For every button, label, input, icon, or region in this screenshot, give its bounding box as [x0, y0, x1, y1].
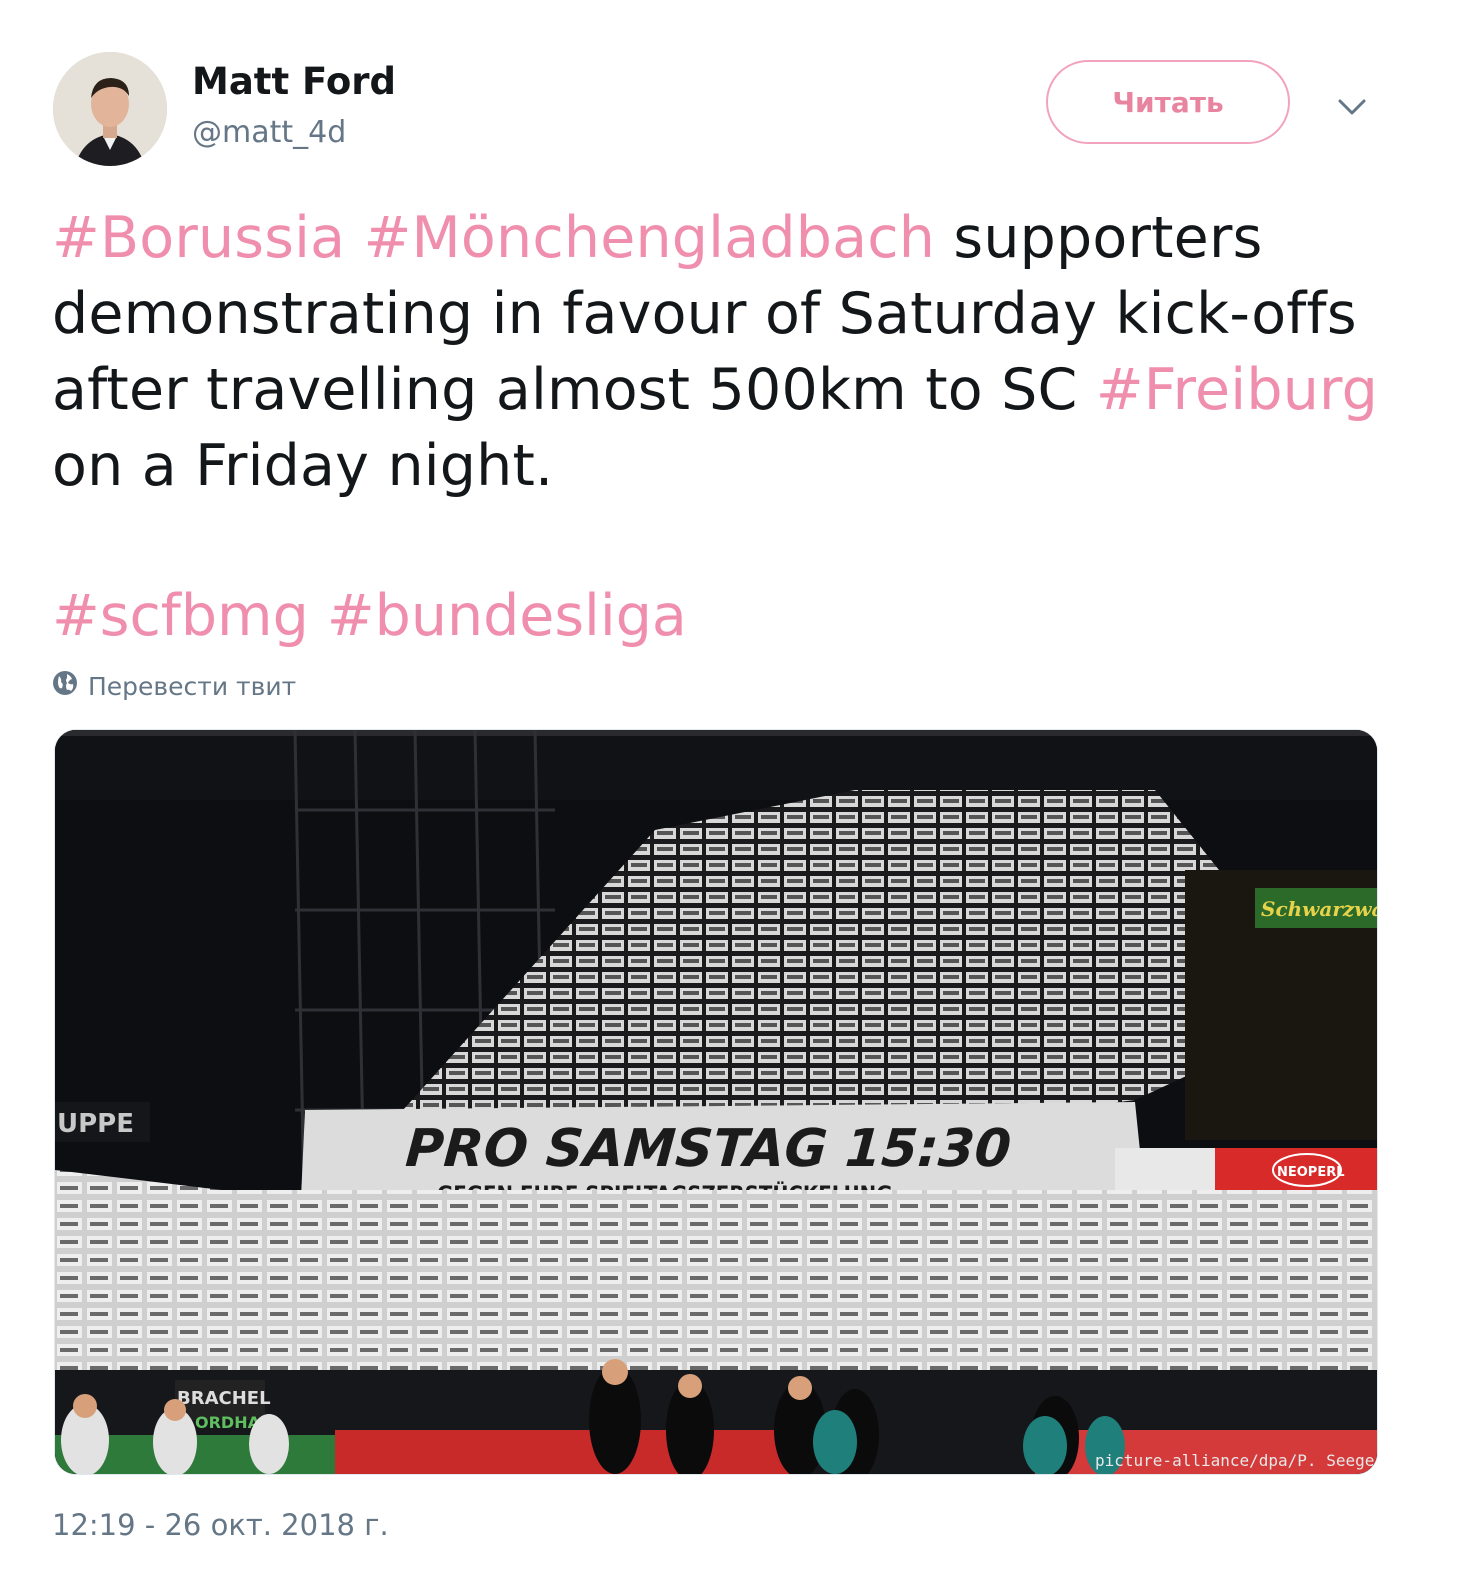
- tweet-timestamp[interactable]: 12:19 - 26 окт. 2018 г.: [52, 1508, 389, 1542]
- tweet-photo[interactable]: Schwarzwald PRO SAMSTAG 15:30 GEGEN EURE…: [54, 729, 1378, 1475]
- globe-icon: [52, 670, 78, 702]
- tweet-line-3: after travelling almost 500km to SC #Fre…: [52, 352, 1412, 428]
- chevron-down-icon[interactable]: [1334, 90, 1370, 126]
- stadium-photo: Schwarzwald PRO SAMSTAG 15:30 GEGEN EURE…: [55, 730, 1377, 1474]
- avatar[interactable]: [53, 52, 167, 166]
- translate-tweet-link[interactable]: Перевести твит: [52, 668, 296, 704]
- ad-nordha-text: ORDHA: [195, 1413, 261, 1432]
- banner-main-text: PRO SAMSTAG 15:30: [404, 1119, 1013, 1179]
- hashtag-link[interactable]: #bundesliga: [327, 583, 687, 649]
- photo-credit-text: picture-alliance/dpa/P. Seeger: [1095, 1451, 1377, 1470]
- ad-neoperl-text: NEOPERL: [1277, 1165, 1345, 1180]
- tweet-text: #Borussia #Mönchengladbach supporters de…: [52, 200, 1412, 504]
- tweet-line-2: demonstrating in favour of Saturday kick…: [52, 281, 1357, 347]
- hashtag-link[interactable]: #Freiburg: [1096, 357, 1378, 423]
- author-handle[interactable]: @matt_4d: [192, 112, 346, 154]
- ad-brachel-text: BRACHEL: [177, 1388, 271, 1409]
- ad-right-text: Schwarzwald: [1261, 897, 1377, 921]
- avatar-image: [53, 52, 167, 166]
- author-name[interactable]: Matt Ford: [192, 58, 396, 106]
- hashtags-line: #scfbmg #bundesliga: [52, 578, 687, 654]
- tweet: Matt Ford @matt_4d Читать #Borussia #Mön…: [0, 0, 1460, 1594]
- hashtag-link[interactable]: #scfbmg: [52, 583, 309, 649]
- translate-label: Перевести твит: [88, 671, 297, 701]
- tweet-line-4: on a Friday night.: [52, 433, 554, 499]
- tweet-text-segment: after travelling almost 500km to SC: [52, 357, 1096, 423]
- sign-left-text: UPPE: [57, 1109, 134, 1139]
- hashtag-link[interactable]: #Mönchengladbach: [364, 205, 936, 271]
- tweet-line-1: #Borussia #Mönchengladbach supporters: [52, 200, 1412, 276]
- tweet-text-segment: supporters: [935, 205, 1263, 271]
- hashtag-link[interactable]: #Borussia: [52, 205, 345, 271]
- follow-button[interactable]: Читать: [1046, 60, 1290, 144]
